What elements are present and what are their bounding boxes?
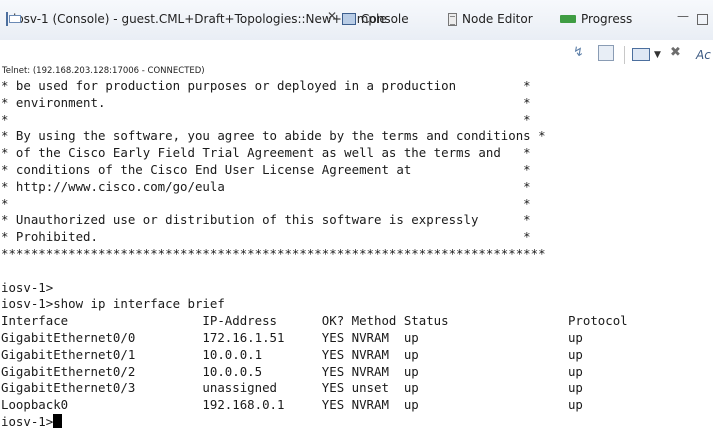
terminal-line: Interface IP-Address OK? Method Status P…: [1, 313, 628, 329]
terminal-line: iosv-1>show ip interface brief: [1, 296, 225, 312]
terminal-line: Loopback0 192.168.0.1 YES NVRAM up up: [1, 397, 583, 413]
terminal-prompt: iosv-1>: [1, 413, 54, 429]
toolbar-separator: [624, 46, 625, 64]
remove-terminal-icon[interactable]: ✖: [670, 45, 681, 60]
terminal-cursor: [53, 413, 63, 428]
terminal-line: * conditions of the Cisco End User Licen…: [1, 161, 531, 177]
open-console-icon[interactable]: [632, 48, 650, 61]
terminal-line: * environment. *: [1, 94, 531, 110]
editor-tab-bar: iosv-1 (Console) - guest.CML+Draft+Topol…: [0, 0, 713, 41]
console-icon: [6, 12, 21, 26]
terminal-line: iosv-1>: [1, 279, 54, 295]
console-toolbar: ↯ ▼ ✖ Ac: [0, 40, 713, 68]
terminal-line: * of the Cisco Early Field Trial Agreeme…: [1, 145, 531, 161]
terminal-prompt-line[interactable]: iosv-1>: [0, 413, 713, 431]
terminal-output[interactable]: * be used for production purposes or dep…: [0, 78, 713, 434]
terminal-line: * Unauthorized use or distribution of th…: [1, 212, 531, 228]
display-selected-console-icon[interactable]: [598, 45, 614, 61]
terminal-line: * *: [1, 111, 531, 127]
tab-node-editor-label: Node Editor: [462, 12, 533, 26]
tab-node-editor[interactable]: Node Editor: [448, 8, 533, 30]
tab-progress[interactable]: Progress: [560, 8, 632, 30]
progress-icon: [560, 15, 576, 23]
tab-iosv-console[interactable]: iosv-1 (Console) - guest.CML+Draft+Topol…: [6, 8, 387, 30]
console-view-icon: [342, 13, 356, 25]
tab-console[interactable]: Console: [342, 8, 409, 30]
terminal-line: * Prohibited. *: [1, 229, 531, 245]
terminal-line: * be used for production purposes or dep…: [1, 78, 531, 93]
terminal-line: * http://www.cisco.com/go/eula *: [1, 178, 531, 194]
more-actions-label[interactable]: Ac: [696, 48, 711, 62]
minimize-view-button[interactable]: —: [677, 9, 689, 23]
terminal-line: GigabitEthernet0/0 172.16.1.51 YES NVRAM…: [1, 329, 583, 345]
node-editor-icon: [448, 12, 457, 26]
terminal-line: * By using the software, you agree to ab…: [1, 128, 546, 144]
close-tab-icon[interactable]: ✕: [327, 9, 337, 23]
tab-progress-label: Progress: [581, 12, 633, 26]
maximize-view-button[interactable]: [697, 14, 708, 25]
connection-status: Telnet: (192.168.203.128:17006 - CONNECT…: [2, 66, 205, 76]
terminal-line: GigabitEthernet0/1 10.0.0.1 YES NVRAM up…: [1, 346, 583, 362]
terminal-line: GigabitEthernet0/3 unassigned YES unset …: [1, 380, 583, 396]
terminal-line: ****************************************…: [1, 245, 546, 261]
terminal-line: * *: [1, 195, 531, 211]
connect-icon[interactable]: ↯: [573, 45, 584, 60]
tab-console-label: Console: [361, 12, 409, 26]
chevron-down-icon[interactable]: ▼: [654, 50, 661, 60]
terminal-line: GigabitEthernet0/2 10.0.0.5 YES NVRAM up…: [1, 363, 583, 379]
